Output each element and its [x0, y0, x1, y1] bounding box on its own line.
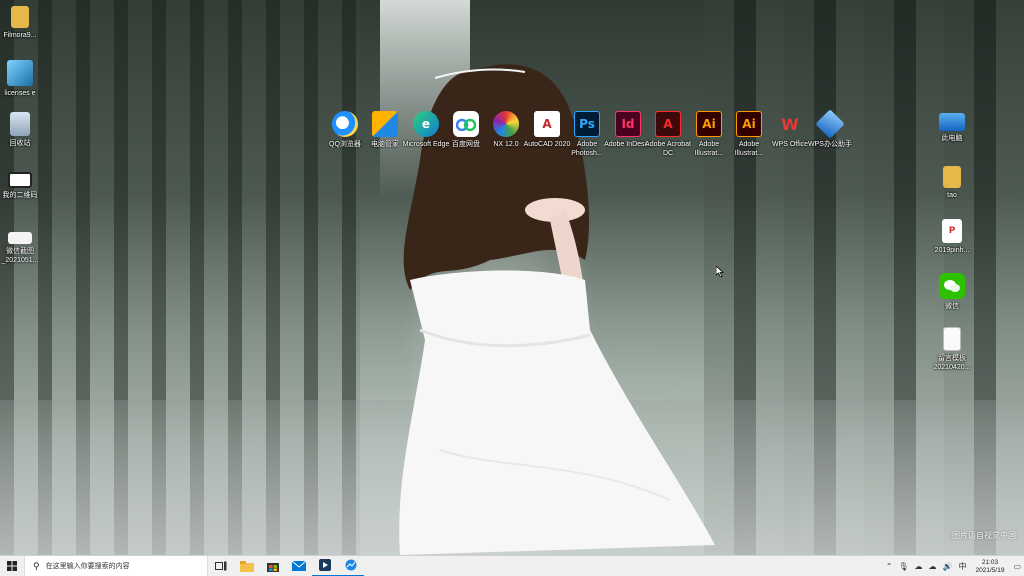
baidu-netdisk-icon — [453, 111, 479, 137]
qrcode-image-icon — [8, 172, 32, 188]
mail-icon — [292, 561, 306, 571]
desktop-icon-filmora[interactable]: Filmora9... — [0, 6, 44, 40]
search-icon: ⚲ — [33, 560, 40, 571]
desktop-icon-recycle-bin[interactable]: 回收站 — [0, 112, 44, 148]
desktop-icon-qrcode[interactable]: 我的二维码 — [0, 172, 44, 200]
microphone-icon[interactable]: 🎙 — [898, 562, 908, 571]
desktop-icon-text-template[interactable]: 留言模板20210420... — [928, 327, 976, 372]
volume-icon[interactable]: 🔊 — [943, 562, 953, 571]
taskbar-media-app[interactable] — [312, 556, 338, 576]
qq-browser-icon — [332, 111, 358, 137]
cloud-sync-icon[interactable]: ☁ — [929, 562, 937, 571]
desktop-icon-licenses[interactable]: licenses e — [0, 60, 44, 98]
windows-logo-icon — [7, 561, 17, 571]
this-pc-icon — [939, 113, 965, 131]
illustrator-icon: Ai — [696, 111, 722, 137]
clock-date: 2021/5/19 — [975, 566, 1005, 574]
desktop-icon-wechat-screenshot[interactable]: 微信截图_2021051... — [0, 232, 44, 265]
start-button[interactable] — [0, 556, 24, 576]
wallpaper-watermark: 图片语自视觉中国 — [952, 531, 1016, 540]
system-tray: ⌃ 🎙 ☁ ☁ 🔊 中 21:03 2021/5/19 ▭ — [883, 556, 1024, 576]
license-file-icon — [7, 60, 33, 86]
clock-time: 21:03 — [981, 558, 999, 566]
file-explorer-icon — [240, 560, 254, 572]
nx-icon — [493, 111, 519, 137]
taskbar-clock[interactable]: 21:03 2021/5/19 — [976, 559, 1005, 575]
wallpaper-girl-figure — [399, 64, 715, 555]
desktop-icon-2019pinh[interactable]: P 2019pinh... — [928, 219, 976, 255]
desktop-icon-wps-assistant[interactable]: WPS办公助手 — [806, 109, 854, 149]
desktop-icon-label: Filmora9... — [3, 32, 37, 39]
pdf-file-icon: P — [942, 219, 962, 243]
wps-office-icon: W — [781, 114, 799, 134]
desktop-icon-label: 2019pinh... — [934, 247, 970, 254]
desktop-icon-label: licenses e — [4, 90, 36, 97]
photoshop-icon: Ps — [574, 111, 600, 137]
input-method-icon[interactable]: 中 — [959, 561, 967, 572]
desktop-icon-label: WPS办公助手 — [808, 141, 852, 148]
user-folder-icon — [943, 166, 961, 188]
wechat-icon — [939, 273, 965, 299]
task-view-icon — [215, 561, 227, 571]
taskbar-photo-app[interactable] — [338, 556, 364, 576]
desktop-icon-label: 此电脑 — [941, 135, 963, 142]
task-view-button[interactable] — [208, 556, 234, 576]
desktop-icon-label: 微信 — [945, 303, 959, 310]
network-icon[interactable]: ☁ — [915, 562, 923, 571]
media-app-icon — [319, 559, 331, 571]
autocad-icon: A — [534, 111, 560, 137]
notification-center-icon[interactable]: ▭ — [1013, 562, 1021, 571]
text-file-icon — [943, 327, 961, 351]
folder-icon — [11, 6, 29, 28]
desktop-icon-label: 回收站 — [9, 140, 31, 147]
show-hidden-icons-button[interactable]: ⌃ — [886, 562, 893, 571]
taskbar-mail[interactable] — [286, 556, 312, 576]
search-placeholder: 在这里输入你要搜索的内容 — [45, 563, 130, 570]
taskbar-search-box[interactable]: ⚲ 在这里输入你要搜索的内容 — [24, 555, 208, 576]
store-icon — [267, 563, 279, 572]
desktop-icon-wechat[interactable]: 微信 — [928, 273, 976, 311]
wps-assistant-icon — [815, 109, 845, 139]
indesign-icon: Id — [615, 111, 641, 137]
illustrator-icon: Ai — [736, 111, 762, 137]
desktop-icon-label: 我的二维码 — [2, 192, 38, 199]
taskbar: ⚲ 在这里输入你要搜索的内容 ⌃ 🎙 ☁ ☁ 🔊 中 21:03 2021/5/… — [0, 555, 1024, 576]
desktop-icon-label: tao — [947, 192, 957, 199]
photo-app-icon — [345, 559, 357, 571]
desktop-wallpaper — [0, 0, 1024, 555]
desktop-icon-tao[interactable]: tao — [928, 166, 976, 200]
edge-icon: e — [413, 111, 439, 137]
recycle-bin-icon — [10, 112, 30, 136]
desktop-icon-this-pc[interactable]: 此电脑 — [928, 113, 976, 143]
desktop-icon-label: 留言模板20210420... — [933, 355, 971, 371]
mouse-cursor-icon — [716, 266, 724, 277]
taskbar-store[interactable] — [260, 556, 286, 576]
image-file-icon — [8, 232, 32, 244]
desktop-icon-label: 微信截图_2021051... — [1, 248, 39, 264]
pc-manager-icon — [372, 111, 398, 137]
acrobat-icon: A — [655, 111, 681, 137]
taskbar-file-explorer[interactable] — [234, 556, 260, 576]
